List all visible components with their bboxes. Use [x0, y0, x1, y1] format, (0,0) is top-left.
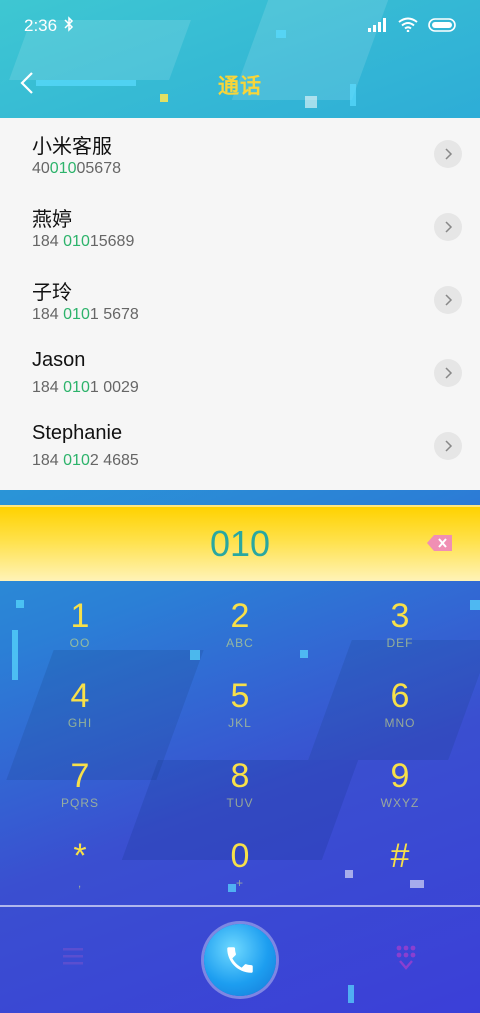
key-letters: WXYZ — [380, 796, 420, 810]
contact-number: 184 0102 4685 — [32, 452, 139, 469]
key-digit: 0 — [230, 837, 250, 875]
call-button[interactable] — [204, 924, 276, 996]
list-item[interactable]: 子玲 184 0101 5678 — [0, 264, 480, 337]
list-item[interactable]: 燕婷 184 01015689 — [0, 191, 480, 264]
key-letters: GHI — [67, 716, 93, 730]
contact-name: Jason — [32, 349, 86, 371]
key-digit: 4 — [70, 677, 90, 715]
key-digit: 1 — [70, 597, 90, 635]
status-time: 2:36 — [24, 16, 58, 35]
dialed-number: 010 — [209, 523, 271, 564]
key-2[interactable]: 2 ABC — [180, 596, 300, 674]
key-digit: 2 — [230, 597, 250, 635]
chevron-right-icon — [445, 294, 453, 306]
dialpad-collapse-icon[interactable] — [394, 944, 418, 972]
divider — [0, 905, 480, 907]
contact-number: 184 01015689 — [32, 233, 135, 250]
key-letters: ABC — [226, 636, 254, 650]
key-9[interactable]: 9 WXYZ — [340, 756, 460, 834]
status-bar: 2:36 — [0, 0, 480, 52]
contact-details-button[interactable] — [434, 432, 462, 460]
contact-suggestion-list: 小米客服 4001005678 燕婷 184 01015689 子玲 184 0… — [0, 118, 480, 490]
header: 通话 — [0, 52, 480, 118]
contact-name: 子玲 — [32, 282, 72, 304]
key-letters: JKL — [228, 716, 252, 730]
key-8[interactable]: 8 TUV — [180, 756, 300, 834]
bluetooth-icon — [64, 16, 74, 32]
key-letters: , — [77, 876, 83, 890]
key-hash[interactable]: # — [340, 836, 460, 914]
key-digit: 6 — [390, 677, 410, 715]
dialpad: 1 OO 2 ABC 3 DEF 4 GHI 5 JKL 6 MNO 7 PQR… — [0, 590, 480, 902]
contact-name: Stephanie — [32, 422, 123, 444]
dialed-number-bar: 010 — [0, 505, 480, 581]
key-7[interactable]: 7 PQRS — [20, 756, 140, 834]
key-6[interactable]: 6 MNO — [340, 676, 460, 754]
key-4[interactable]: 4 GHI — [20, 676, 140, 754]
backspace-icon[interactable] — [426, 533, 454, 553]
chevron-right-icon — [445, 367, 453, 379]
key-letters: OO — [69, 636, 91, 650]
key-digit: # — [390, 837, 410, 875]
key-letters: MNO — [384, 716, 416, 730]
wifi-icon — [398, 17, 418, 32]
key-letters: DEF — [386, 636, 414, 650]
key-0[interactable]: 0 + — [180, 836, 300, 914]
key-1[interactable]: 1 OO — [20, 596, 140, 674]
contact-name: 小米客服 — [32, 136, 112, 158]
key-digit: 3 — [390, 597, 410, 635]
page-title: 通话 — [218, 75, 262, 98]
list-item[interactable]: Stephanie 184 0102 4685 — [0, 410, 480, 483]
contact-details-button[interactable] — [434, 140, 462, 168]
list-item[interactable]: 小米客服 4001005678 — [0, 118, 480, 191]
contact-details-button[interactable] — [434, 359, 462, 387]
contact-number: 184 0101 5678 — [32, 306, 139, 323]
key-letters: PQRS — [60, 796, 99, 810]
chevron-right-icon — [445, 221, 453, 233]
signal-icon — [368, 17, 386, 32]
contact-number: 4001005678 — [32, 160, 121, 177]
contact-name: 燕婷 — [32, 209, 72, 231]
chevron-right-icon — [445, 148, 453, 160]
key-digit: 5 — [230, 677, 250, 715]
key-digit: 9 — [390, 757, 410, 795]
chevron-right-icon — [445, 440, 453, 452]
key-star[interactable]: * , — [20, 836, 140, 914]
contact-details-button[interactable] — [434, 286, 462, 314]
key-5[interactable]: 5 JKL — [180, 676, 300, 754]
key-3[interactable]: 3 DEF — [340, 596, 460, 674]
key-digit: * — [73, 837, 87, 875]
contact-number: 184 0101 0029 — [32, 379, 139, 396]
contact-details-button[interactable] — [434, 213, 462, 241]
key-digit: 8 — [230, 757, 250, 795]
menu-icon[interactable] — [62, 946, 84, 966]
list-item[interactable]: Jason 184 0101 0029 — [0, 337, 480, 410]
phone-icon — [227, 947, 253, 973]
battery-icon — [428, 17, 456, 32]
key-letters: + — [235, 876, 244, 890]
key-digit: 7 — [70, 757, 90, 795]
key-letters: TUV — [226, 796, 254, 810]
